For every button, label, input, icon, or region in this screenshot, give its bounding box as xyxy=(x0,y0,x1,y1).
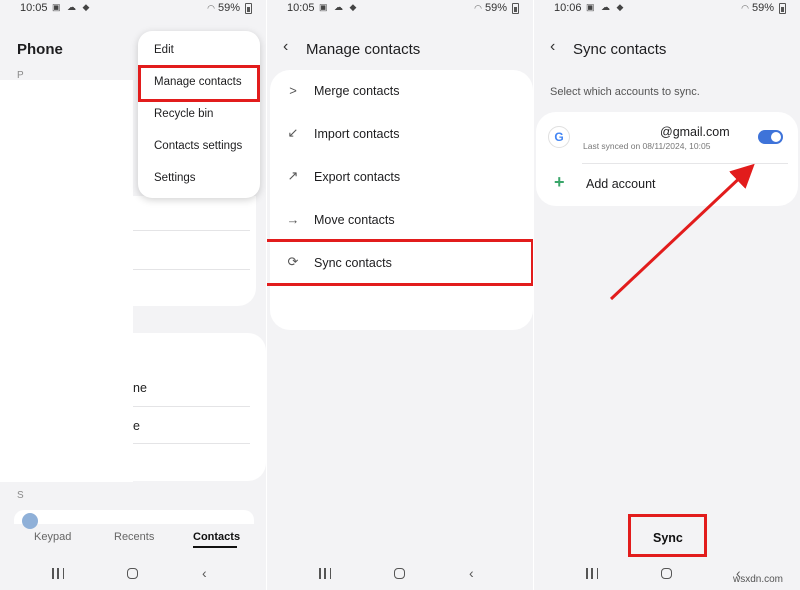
list-item-export-contacts[interactable]: ↗ Export contacts xyxy=(270,156,533,199)
status-bar: 10:05 ▣ ☁ ◆ ◠ 59% xyxy=(267,0,533,16)
import-icon: ↙ xyxy=(287,125,299,140)
home-icon[interactable] xyxy=(661,568,672,579)
recent-apps-icon[interactable] xyxy=(319,568,331,579)
page-title: Manage contacts xyxy=(306,41,421,58)
menu-item-edit[interactable]: Edit xyxy=(154,44,174,56)
wifi-icon: ◠ xyxy=(207,2,215,13)
contact-name[interactable]: e xyxy=(133,419,140,433)
plus-icon[interactable]: + xyxy=(554,172,565,193)
system-nav-bar: ‹ xyxy=(267,562,533,584)
watermark: wsxdn.com xyxy=(733,574,784,585)
contact-card-bottom xyxy=(133,333,266,481)
avatar xyxy=(22,513,38,529)
manage-contacts-list: > Merge contacts ↙ Import contacts ↗ Exp… xyxy=(270,70,533,330)
system-nav-bar: ‹ xyxy=(0,562,266,584)
index-letter: S xyxy=(17,490,24,501)
bottom-tab-bar: Keypad Recents Contacts xyxy=(0,528,266,548)
export-icon: ↗ xyxy=(287,168,299,183)
google-icon: G xyxy=(548,126,570,148)
highlight-manage-contacts xyxy=(138,65,260,102)
recent-apps-icon[interactable] xyxy=(52,568,64,579)
add-account-button[interactable]: Add account xyxy=(586,177,656,191)
tab-recents[interactable]: Recents xyxy=(114,531,154,543)
wifi-icon: ◠ xyxy=(741,2,749,13)
page-title: Sync contacts xyxy=(573,41,667,58)
merge-icon: > xyxy=(289,82,297,98)
list-item-move-contacts[interactable]: → Move contacts xyxy=(270,199,533,242)
menu-item-settings[interactable]: Settings xyxy=(154,172,196,184)
status-time: 10:06 xyxy=(554,2,582,14)
status-bar: 10:06 ▣ ☁ ◆ ◠ 59% xyxy=(534,0,800,16)
battery-percent: 59% xyxy=(751,2,774,14)
overflow-menu: Edit Manage contacts Recycle bin Contact… xyxy=(138,31,260,198)
sync-instructions: Select which accounts to sync. xyxy=(550,86,700,98)
account-email: @gmail.com xyxy=(660,125,730,139)
list-item-import-contacts[interactable]: ↙ Import contacts xyxy=(270,113,533,156)
menu-item-recycle-bin[interactable]: Recycle bin xyxy=(154,108,213,120)
list-item-merge-contacts[interactable]: > Merge contacts xyxy=(270,70,533,113)
account-sync-toggle[interactable] xyxy=(758,130,783,144)
notification-icons: ▣ ☁ ◆ xyxy=(52,2,92,12)
home-icon[interactable] xyxy=(127,568,138,579)
status-bar: 10:05 ▣ ☁ ◆ ◠ 59% xyxy=(0,0,266,16)
notification-icons: ▣ ☁ ◆ xyxy=(319,2,359,12)
contact-list-item[interactable] xyxy=(14,510,254,524)
battery-icon xyxy=(779,2,786,14)
back-icon[interactable]: ‹ xyxy=(202,565,207,581)
phone-app-panel: 10:05 ▣ ☁ ◆ ◠ 59% Phone P ne e S Edit Ma… xyxy=(0,0,266,590)
status-time: 10:05 xyxy=(287,2,315,14)
back-icon[interactable]: ‹ xyxy=(469,565,474,581)
tab-contacts[interactable]: Contacts xyxy=(193,531,240,543)
move-arrow-icon: → xyxy=(286,211,300,227)
tab-keypad[interactable]: Keypad xyxy=(34,531,71,543)
notification-icons: ▣ ☁ ◆ xyxy=(586,2,626,12)
home-icon[interactable] xyxy=(394,568,405,579)
contact-list-block xyxy=(0,80,133,482)
highlight-sync-button xyxy=(628,514,707,557)
status-time: 10:05 xyxy=(20,2,48,14)
active-tab-indicator xyxy=(193,546,237,548)
back-arrow-icon[interactable]: ‹ xyxy=(550,38,555,56)
highlight-sync-contacts xyxy=(267,239,533,286)
battery-percent: 59% xyxy=(217,2,240,14)
contact-name[interactable]: ne xyxy=(133,381,147,395)
sync-contacts-panel: 10:06 ▣ ☁ ◆ ◠ 59% ‹ Sync contacts Select… xyxy=(534,0,800,590)
manage-contacts-panel: 10:05 ▣ ☁ ◆ ◠ 59% ‹ Manage contacts > Me… xyxy=(267,0,533,590)
wifi-icon: ◠ xyxy=(474,2,482,13)
recent-apps-icon[interactable] xyxy=(586,568,598,579)
menu-item-contacts-settings[interactable]: Contacts settings xyxy=(154,140,242,152)
battery-percent: 59% xyxy=(484,2,507,14)
contact-card-top xyxy=(133,196,256,306)
battery-icon xyxy=(245,2,252,14)
page-title: Phone xyxy=(17,41,63,58)
last-synced-text: Last synced on 08/11/2024, 10:05 xyxy=(583,141,711,151)
back-arrow-icon[interactable]: ‹ xyxy=(283,38,288,56)
battery-icon xyxy=(512,2,519,14)
